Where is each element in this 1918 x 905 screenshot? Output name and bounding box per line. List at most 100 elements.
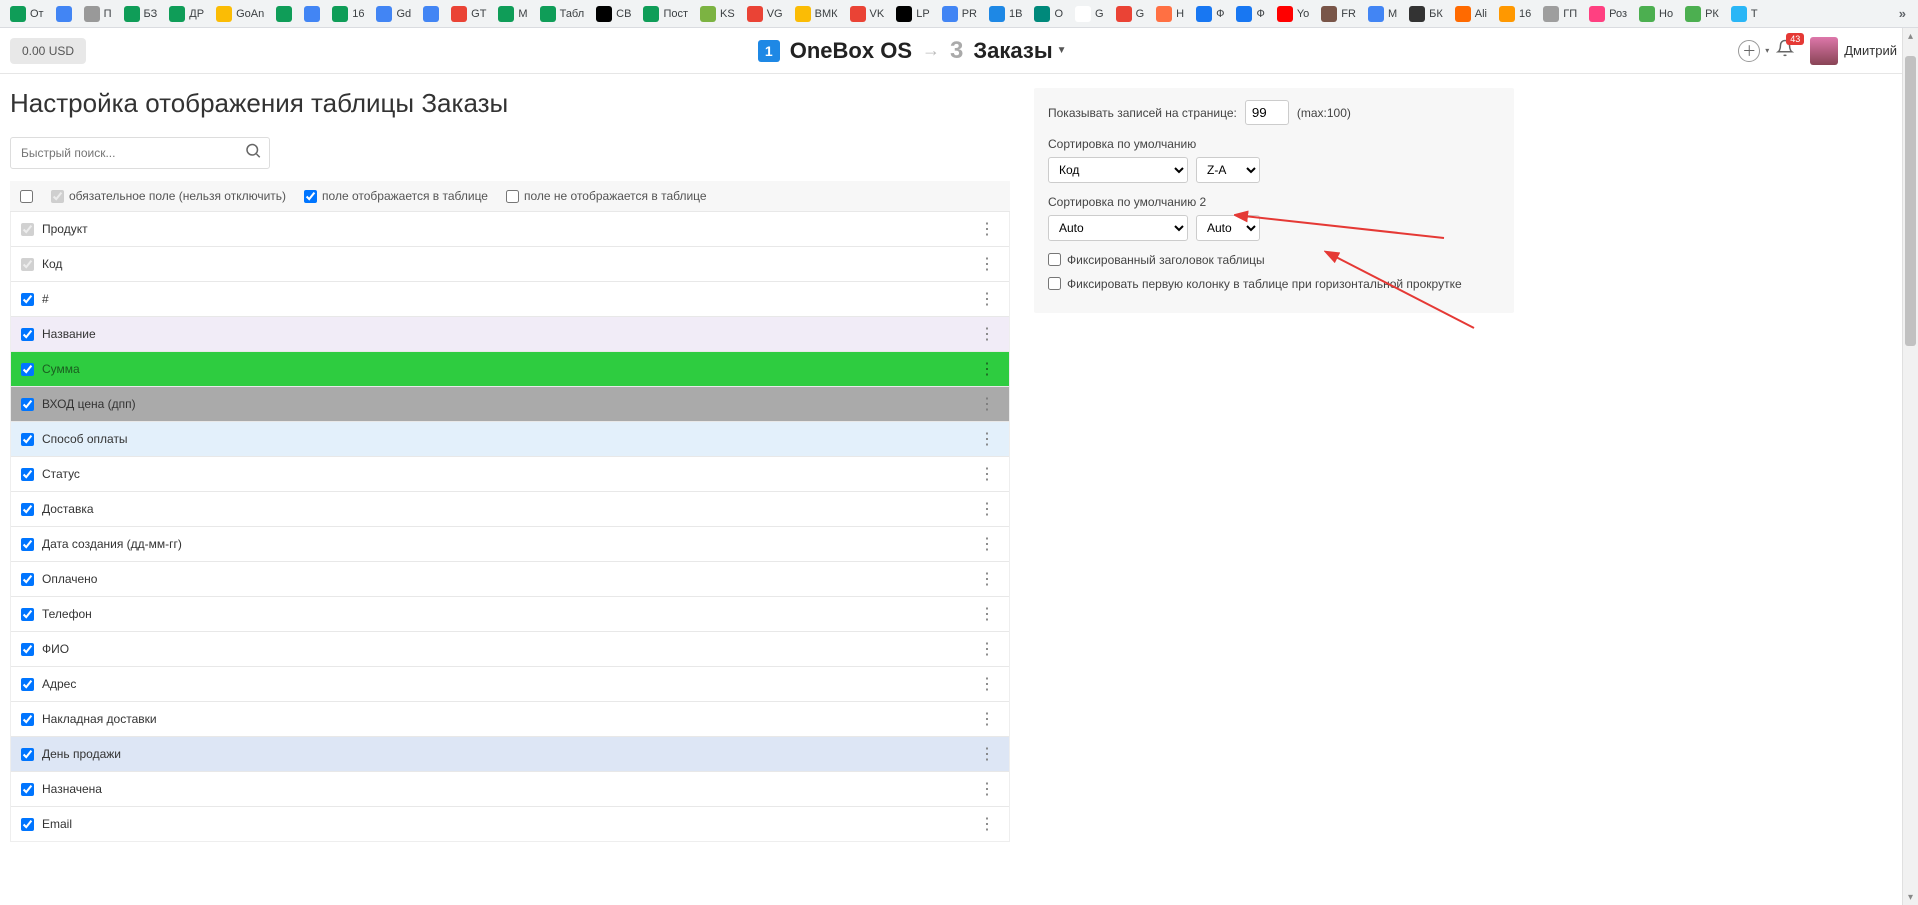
bookmark-item[interactable]: О [1030,4,1067,24]
bookmark-item[interactable]: FR [1317,4,1360,24]
field-row[interactable]: Телефон⋮ [11,597,1009,632]
field-menu-button[interactable]: ⋮ [975,744,999,764]
brand-title[interactable]: OneBox OS [790,38,912,64]
field-row[interactable]: Способ оплаты⋮ [11,422,1009,457]
bookmark-item[interactable]: VK [846,4,889,24]
records-per-page-input[interactable] [1245,100,1289,125]
field-row[interactable]: Дата создания (дд-мм-гг)⋮ [11,527,1009,562]
bookmark-item[interactable]: 1В [985,4,1026,24]
bookmark-item[interactable]: Т [1727,4,1762,24]
bookmark-item[interactable]: VG [743,4,787,24]
bookmark-item[interactable]: РК [1681,4,1723,24]
field-visibility-checkbox[interactable] [21,608,34,621]
field-row[interactable]: Адрес⋮ [11,667,1009,702]
bookmark-item[interactable] [419,4,443,24]
field-visibility-checkbox[interactable] [21,748,34,761]
bookmark-item[interactable] [52,4,76,24]
field-visibility-checkbox[interactable] [21,713,34,726]
field-visibility-checkbox[interactable] [21,573,34,586]
field-menu-button[interactable]: ⋮ [975,779,999,799]
field-row[interactable]: ФИО⋮ [11,632,1009,667]
page-scrollbar[interactable]: ▴ ▾ [1902,28,1918,905]
bookmark-item[interactable]: Yo [1273,4,1313,24]
field-visibility-checkbox[interactable] [21,398,34,411]
field-menu-button[interactable]: ⋮ [975,429,999,449]
field-visibility-checkbox[interactable] [21,433,34,446]
bookmark-item[interactable]: LP [892,4,933,24]
bookmark-item[interactable]: Ali [1451,4,1491,24]
field-menu-button[interactable]: ⋮ [975,674,999,694]
field-menu-button[interactable]: ⋮ [975,359,999,379]
bookmark-item[interactable]: PR [938,4,981,24]
sort2-direction-select[interactable]: Auto [1196,215,1260,241]
field-menu-button[interactable]: ⋮ [975,709,999,729]
field-row[interactable]: Назначена⋮ [11,772,1009,807]
bookmark-item[interactable]: GoAn [212,4,268,24]
field-visibility-checkbox[interactable] [21,538,34,551]
bookmark-item[interactable]: G [1112,4,1149,24]
field-visibility-checkbox[interactable] [21,468,34,481]
field-row[interactable]: День продажи⋮ [11,737,1009,772]
field-row[interactable]: Email⋮ [11,807,1009,841]
field-menu-button[interactable]: ⋮ [975,254,999,274]
field-row[interactable]: Доставка⋮ [11,492,1009,527]
bookmark-item[interactable]: Gd [372,4,415,24]
scroll-thumb[interactable] [1905,56,1916,346]
field-menu-button[interactable]: ⋮ [975,604,999,624]
bookmark-item[interactable]: Пост [639,4,692,24]
bookmark-item[interactable]: Н [1152,4,1188,24]
bookmark-item[interactable]: 16 [328,4,368,24]
notifications-button[interactable]: 43 [1776,39,1794,62]
field-menu-button[interactable]: ⋮ [975,219,999,239]
field-row[interactable]: ВХОД цена (дпп)⋮ [11,387,1009,422]
bookmark-item[interactable]: 16 [1495,4,1535,24]
bookmark-item[interactable]: G [1071,4,1108,24]
fixed-first-col-checkbox[interactable] [1048,277,1061,290]
scroll-down-icon[interactable]: ▾ [1903,889,1918,905]
section-dropdown[interactable]: Заказы ▼ [973,38,1066,64]
bookmark-item[interactable]: СВ [592,4,635,24]
bookmark-item[interactable]: ВМК [791,4,842,24]
field-row[interactable]: Название⋮ [11,317,1009,352]
field-visibility-checkbox[interactable] [21,783,34,796]
bookmark-item[interactable]: П [80,4,116,24]
field-visibility-checkbox[interactable] [21,363,34,376]
bookmark-item[interactable]: БК [1405,4,1447,24]
bookmark-item[interactable] [300,4,324,24]
field-menu-button[interactable]: ⋮ [975,814,999,834]
field-row[interactable]: Накладная доставки⋮ [11,702,1009,737]
search-input[interactable] [10,137,270,169]
bookmark-item[interactable]: Ф [1192,4,1228,24]
field-menu-button[interactable]: ⋮ [975,324,999,344]
select-all-checkbox[interactable] [20,190,33,203]
scroll-up-icon[interactable]: ▴ [1903,28,1918,44]
bookmark-item[interactable]: БЗ [120,4,162,24]
bookmark-item[interactable]: М [494,4,531,24]
field-visibility-checkbox[interactable] [21,328,34,341]
field-row[interactable]: Код⋮ [11,247,1009,282]
bookmark-item[interactable]: Но [1635,4,1677,24]
sort1-direction-select[interactable]: Z-A [1196,157,1260,183]
balance-pill[interactable]: 0.00 USD [10,38,86,64]
bookmark-item[interactable]: ГП [1539,4,1581,24]
bookmarks-overflow[interactable]: » [1893,6,1912,21]
bookmark-item[interactable]: Роз [1585,4,1631,24]
bookmark-item[interactable]: KS [696,4,739,24]
field-menu-button[interactable]: ⋮ [975,639,999,659]
field-visibility-checkbox[interactable] [21,678,34,691]
field-visibility-checkbox[interactable] [21,503,34,516]
bookmark-item[interactable]: М [1364,4,1401,24]
bookmark-item[interactable]: GT [447,4,490,24]
search-icon[interactable] [244,142,262,165]
field-menu-button[interactable]: ⋮ [975,499,999,519]
field-visibility-checkbox[interactable] [21,293,34,306]
field-menu-button[interactable]: ⋮ [975,464,999,484]
bookmark-item[interactable] [272,4,296,24]
bookmark-item[interactable]: Ф [1232,4,1268,24]
field-row[interactable]: Статус⋮ [11,457,1009,492]
field-visibility-checkbox[interactable] [21,818,34,831]
field-menu-button[interactable]: ⋮ [975,394,999,414]
bookmark-item[interactable]: ДР [165,4,208,24]
field-row[interactable]: Оплачено⋮ [11,562,1009,597]
add-button[interactable]: ＋▾ [1738,40,1760,62]
